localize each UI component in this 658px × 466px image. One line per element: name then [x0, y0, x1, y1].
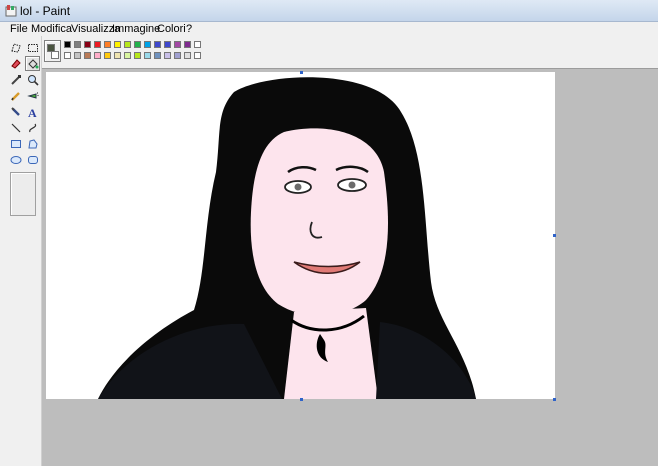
color-swatch[interactable]	[94, 41, 101, 48]
fill-bucket-icon[interactable]	[25, 56, 40, 71]
rectangle-icon[interactable]	[8, 136, 23, 151]
canvas-workspace	[42, 68, 658, 466]
color-swatch[interactable]	[184, 41, 191, 48]
color-swatch[interactable]	[194, 41, 201, 48]
menu-file[interactable]: File	[10, 23, 28, 35]
color-swatch[interactable]	[124, 52, 131, 59]
eyedropper-icon[interactable]	[8, 72, 23, 87]
paint-palette-icon	[4, 4, 18, 18]
text-icon[interactable]: A	[25, 104, 40, 119]
color-swatch[interactable]	[64, 52, 71, 59]
svg-text:A: A	[28, 106, 37, 118]
window-title: lol - Paint	[20, 4, 71, 18]
color-swatch[interactable]	[134, 52, 141, 59]
color-swatch[interactable]	[184, 52, 191, 59]
rounded-rect-icon[interactable]	[25, 152, 40, 167]
menu-modifica[interactable]: Modifica	[31, 23, 72, 35]
color-swatch[interactable]	[114, 52, 121, 59]
ellipse-icon[interactable]	[8, 152, 23, 167]
line-icon[interactable]	[8, 120, 23, 135]
color-swatch[interactable]	[104, 52, 111, 59]
background-color[interactable]	[51, 51, 59, 59]
toolbox: A	[0, 36, 42, 466]
rect-select-icon[interactable]	[25, 40, 40, 55]
current-colors[interactable]	[44, 40, 61, 62]
color-swatch[interactable]	[74, 52, 81, 59]
drawing-canvas[interactable]	[46, 71, 556, 401]
color-swatch[interactable]	[154, 41, 161, 48]
pencil-icon[interactable]	[8, 88, 23, 103]
color-swatch[interactable]	[74, 41, 81, 48]
color-swatch[interactable]	[104, 41, 111, 48]
portrait-drawing	[98, 77, 476, 399]
resize-handle-bottom[interactable]	[300, 398, 303, 401]
magnifier-icon[interactable]	[25, 72, 40, 87]
eraser-icon[interactable]	[8, 56, 23, 71]
polygon-icon[interactable]	[25, 136, 40, 151]
color-swatch[interactable]	[164, 41, 171, 48]
resize-handle-corner[interactable]	[553, 398, 556, 401]
color-swatch[interactable]	[114, 41, 121, 48]
color-swatch[interactable]	[144, 41, 151, 48]
color-swatch[interactable]	[174, 41, 181, 48]
color-swatch[interactable]	[144, 52, 151, 59]
resize-handle-top[interactable]	[300, 71, 303, 74]
color-swatch[interactable]	[124, 41, 131, 48]
color-swatch[interactable]	[134, 41, 141, 48]
menu-immagine[interactable]: Immagine	[112, 23, 160, 35]
title-bar: lol - Paint	[0, 0, 658, 22]
color-swatch[interactable]	[174, 52, 181, 59]
color-palette	[44, 40, 214, 64]
curve-icon[interactable]	[25, 120, 40, 135]
color-swatch[interactable]	[94, 52, 101, 59]
color-swatch[interactable]	[84, 52, 91, 59]
color-swatch[interactable]	[154, 52, 161, 59]
tool-options-panel[interactable]	[10, 172, 36, 216]
color-swatch[interactable]	[194, 52, 201, 59]
free-select-icon[interactable]	[8, 40, 23, 55]
airbrush-icon[interactable]	[25, 88, 40, 103]
menu-bar: File Modifica Visualizza Immagine Colori…	[0, 22, 658, 36]
color-swatch[interactable]	[84, 41, 91, 48]
menu-help[interactable]: ?	[186, 23, 192, 35]
menu-colori[interactable]: Colori	[157, 23, 186, 35]
brush-icon[interactable]	[8, 104, 23, 119]
color-swatch[interactable]	[64, 41, 71, 48]
color-swatch[interactable]	[164, 52, 171, 59]
resize-handle-right[interactable]	[553, 234, 556, 237]
